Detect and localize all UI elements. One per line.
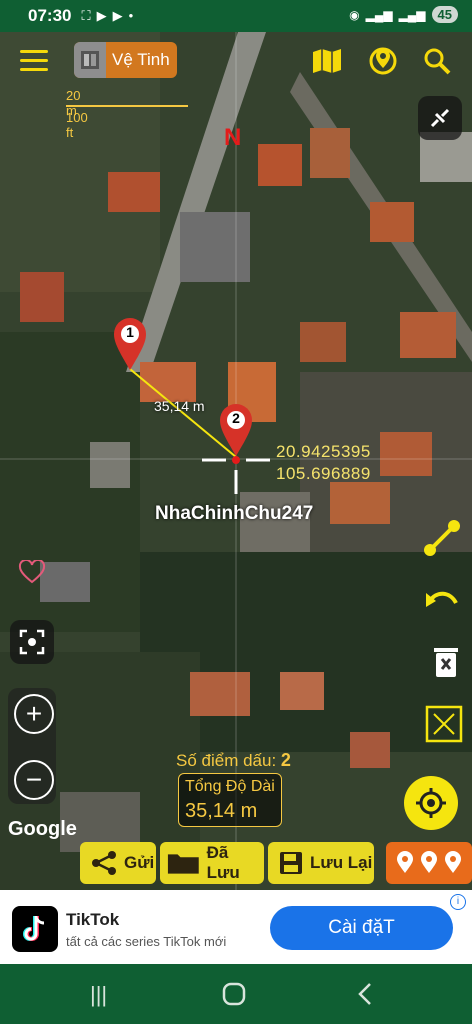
point-count: Số điểm dấu: 2 [176,750,291,771]
share-icon [92,851,116,875]
saved-label: Đã Lưu [206,843,240,882]
segment-distance-label: 35,14 m [154,398,205,414]
saved-button[interactable]: Đã Lưu [160,842,264,884]
total-length-box: Tổng Độ Dài 35,14 m [178,773,282,827]
latitude-value: 20.9425395 [276,442,371,461]
scale-bar [66,105,188,107]
folder-icon [167,854,199,874]
send-label: Gửi [124,853,155,872]
marker-1-label[interactable]: 1 [123,324,137,340]
fit-bounds-button[interactable] [420,702,468,746]
notification-icons: ⛶ ▶ ▶ • [81,8,133,24]
video-icon: ▶ [96,8,107,23]
fit-screen-icon [425,705,463,743]
status-time: 07:30 [28,6,72,25]
screen-capture-button[interactable] [10,620,54,664]
back-icon[interactable] [356,982,376,1012]
save-button[interactable]: Lưu Lại [268,842,374,884]
point-count-label: Số điểm dấu: [176,751,277,770]
map-layer-button[interactable]: Vệ Tinh [74,42,177,78]
connect-toggle-button[interactable] [418,96,462,140]
location-icon: ◉ [349,7,360,22]
save-label: Lưu Lại [310,853,373,872]
search-icon[interactable] [420,44,454,78]
coordinates-readout: 20.9425395 105.696889 [276,441,371,485]
ad-info-icon[interactable]: i [450,894,466,910]
send-button[interactable]: Gửi [80,842,156,884]
tiktok-logo-icon [12,906,58,952]
gps-icon [416,788,446,818]
zoom-in-button[interactable]: + [14,694,54,734]
menu-button[interactable] [20,50,48,72]
dot-icon: • [128,8,134,23]
watermark-text: NhaChinhChu247 [155,503,314,524]
signal-icon: ▂▄▆ [365,7,393,22]
zoom-controls: + − [8,688,56,804]
battery-badge: 45 [431,6,458,23]
wifi-icon: ▂▄▆ [398,7,426,22]
route-icon [424,520,460,556]
total-length-label: Tổng Độ Dài [185,778,275,795]
undo-icon [426,591,458,607]
point-count-value: 2 [280,750,291,770]
ad-app-name: TikTok [66,910,120,929]
ad-description: tất cả các series TikTok mới [66,934,227,949]
trash-icon [434,648,458,677]
zoom-out-button[interactable]: − [14,760,54,800]
youtube-icon: ▶ [112,8,123,23]
satellite-thumbnail-icon [74,42,106,78]
status-bar: 07:30 ⛶ ▶ ▶ • ◉ ▂▄▆ ▂▄▆ 45 [0,0,472,32]
my-location-button[interactable] [404,776,458,830]
locate-place-icon[interactable] [366,44,400,78]
ad-install-button[interactable]: Cài đặT [270,906,453,950]
path-mode-button[interactable] [420,516,464,560]
pins-icon [397,851,461,873]
total-length-value: 35,14 m [185,800,258,822]
home-icon[interactable] [222,982,246,1012]
undo-button[interactable] [420,580,464,624]
map-layer-label: Vệ Tinh [112,50,170,69]
recent-apps-icon[interactable]: ||| [90,982,107,1008]
map-type-icon[interactable] [310,44,344,78]
plug-icon [430,108,450,128]
delete-button[interactable] [424,640,468,684]
favorite-heart-icon[interactable] [18,558,46,589]
north-indicator: N [224,124,242,151]
system-nav-bar: ||| [0,964,472,1024]
floppy-disk-icon [280,852,302,874]
markers-list-button[interactable] [386,842,472,884]
longitude-value: 105.696889 [276,464,371,483]
screenshot-icon: ⛶ [81,8,91,23]
marker-2-label[interactable]: 2 [229,410,243,426]
system-icons: ◉ ▂▄▆ ▂▄▆ 45 [349,6,458,23]
ad-banner[interactable]: TikTok tất cả các series TikTok mới Cài … [0,890,472,964]
capture-icon [19,629,45,655]
google-attribution: Google [8,818,77,840]
scale-imperial: 100 ft [66,110,88,140]
